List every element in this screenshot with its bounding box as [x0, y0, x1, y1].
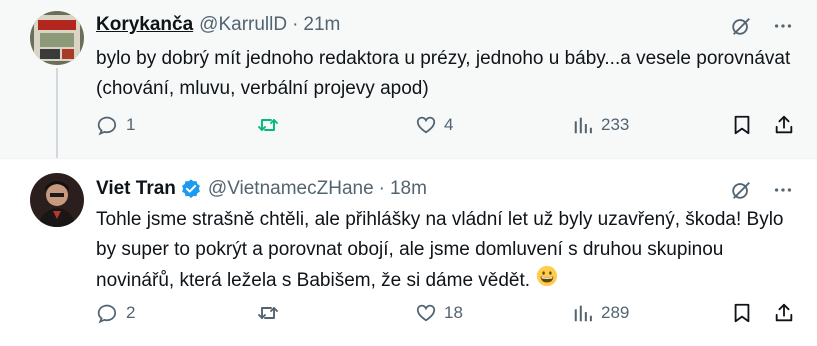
reply-count: 1 — [126, 115, 136, 134]
avatar[interactable] — [30, 173, 84, 227]
reply-icon — [96, 301, 120, 325]
like-count: 4 — [444, 115, 454, 134]
author-name[interactable]: Viet Tran — [96, 178, 176, 200]
like-button[interactable]: 18 — [414, 301, 463, 325]
grinning-face-emoji — [536, 265, 558, 297]
tweet[interactable]: Viet Tran @VietnamecZHane · 18m Tohle js… — [0, 158, 817, 346]
tweet-text: bylo by dobrý mít jednoho redaktora u pr… — [96, 48, 791, 99]
views-count: 289 — [601, 303, 630, 322]
tweet-top-icons — [729, 14, 795, 38]
tweet-top-icons — [729, 178, 795, 202]
verified-badge-icon — [180, 178, 202, 200]
views-icon — [571, 301, 595, 325]
share-icon — [772, 113, 796, 137]
grok-icon[interactable] — [729, 178, 753, 202]
share-button[interactable] — [772, 113, 796, 137]
retweet-button[interactable] — [256, 113, 286, 137]
separator-dot: · — [292, 14, 299, 35]
like-button[interactable]: 4 — [414, 113, 453, 137]
tweet-actions: 1 4 233 — [96, 113, 801, 143]
retweet-icon — [256, 301, 280, 325]
bookmark-button[interactable] — [730, 113, 754, 137]
author-handle[interactable]: @VietnamecZHane — [208, 178, 374, 200]
tweet-actions: 2 18 289 — [96, 301, 801, 331]
views-button[interactable]: 289 — [571, 301, 629, 325]
reply-button[interactable]: 2 — [96, 301, 135, 325]
reply-button[interactable]: 1 — [96, 113, 135, 137]
timestamp[interactable]: 18m — [390, 178, 427, 200]
reply-icon — [96, 113, 120, 137]
retweet-button[interactable] — [256, 301, 286, 325]
views-button[interactable]: 233 — [571, 113, 629, 137]
tweet-header: Viet Tran @VietnamecZHane · 18m — [96, 176, 427, 202]
views-count: 233 — [601, 115, 630, 134]
tweet-header: Korykanča @KarrullD · 21m — [96, 12, 340, 38]
share-button[interactable] — [772, 301, 796, 325]
tweet-text-container: Tohle jsme strašně chtěli, ale přihlášky… — [96, 205, 795, 297]
thread-line — [56, 68, 58, 172]
like-count: 18 — [444, 303, 463, 322]
tweet-text: Tohle jsme strašně chtěli, ale přihlášky… — [96, 209, 784, 292]
bookmark-button[interactable] — [730, 301, 754, 325]
author-handle[interactable]: @KarrullD — [199, 14, 287, 36]
reply-count: 2 — [126, 303, 136, 322]
grok-icon[interactable] — [729, 14, 753, 38]
more-icon[interactable] — [771, 14, 795, 38]
share-icon — [772, 301, 796, 325]
author-name[interactable]: Korykanča — [96, 14, 193, 36]
avatar[interactable] — [30, 11, 84, 65]
tweet[interactable]: Korykanča @KarrullD · 21m bylo by dobrý … — [0, 0, 817, 172]
more-icon[interactable] — [771, 178, 795, 202]
retweet-icon — [256, 113, 280, 137]
views-icon — [571, 113, 595, 137]
separator-dot: · — [378, 178, 385, 199]
like-icon — [414, 113, 438, 137]
bookmark-icon — [730, 113, 754, 137]
bookmark-icon — [730, 301, 754, 325]
like-icon — [414, 301, 438, 325]
timestamp[interactable]: 21m — [303, 14, 340, 36]
